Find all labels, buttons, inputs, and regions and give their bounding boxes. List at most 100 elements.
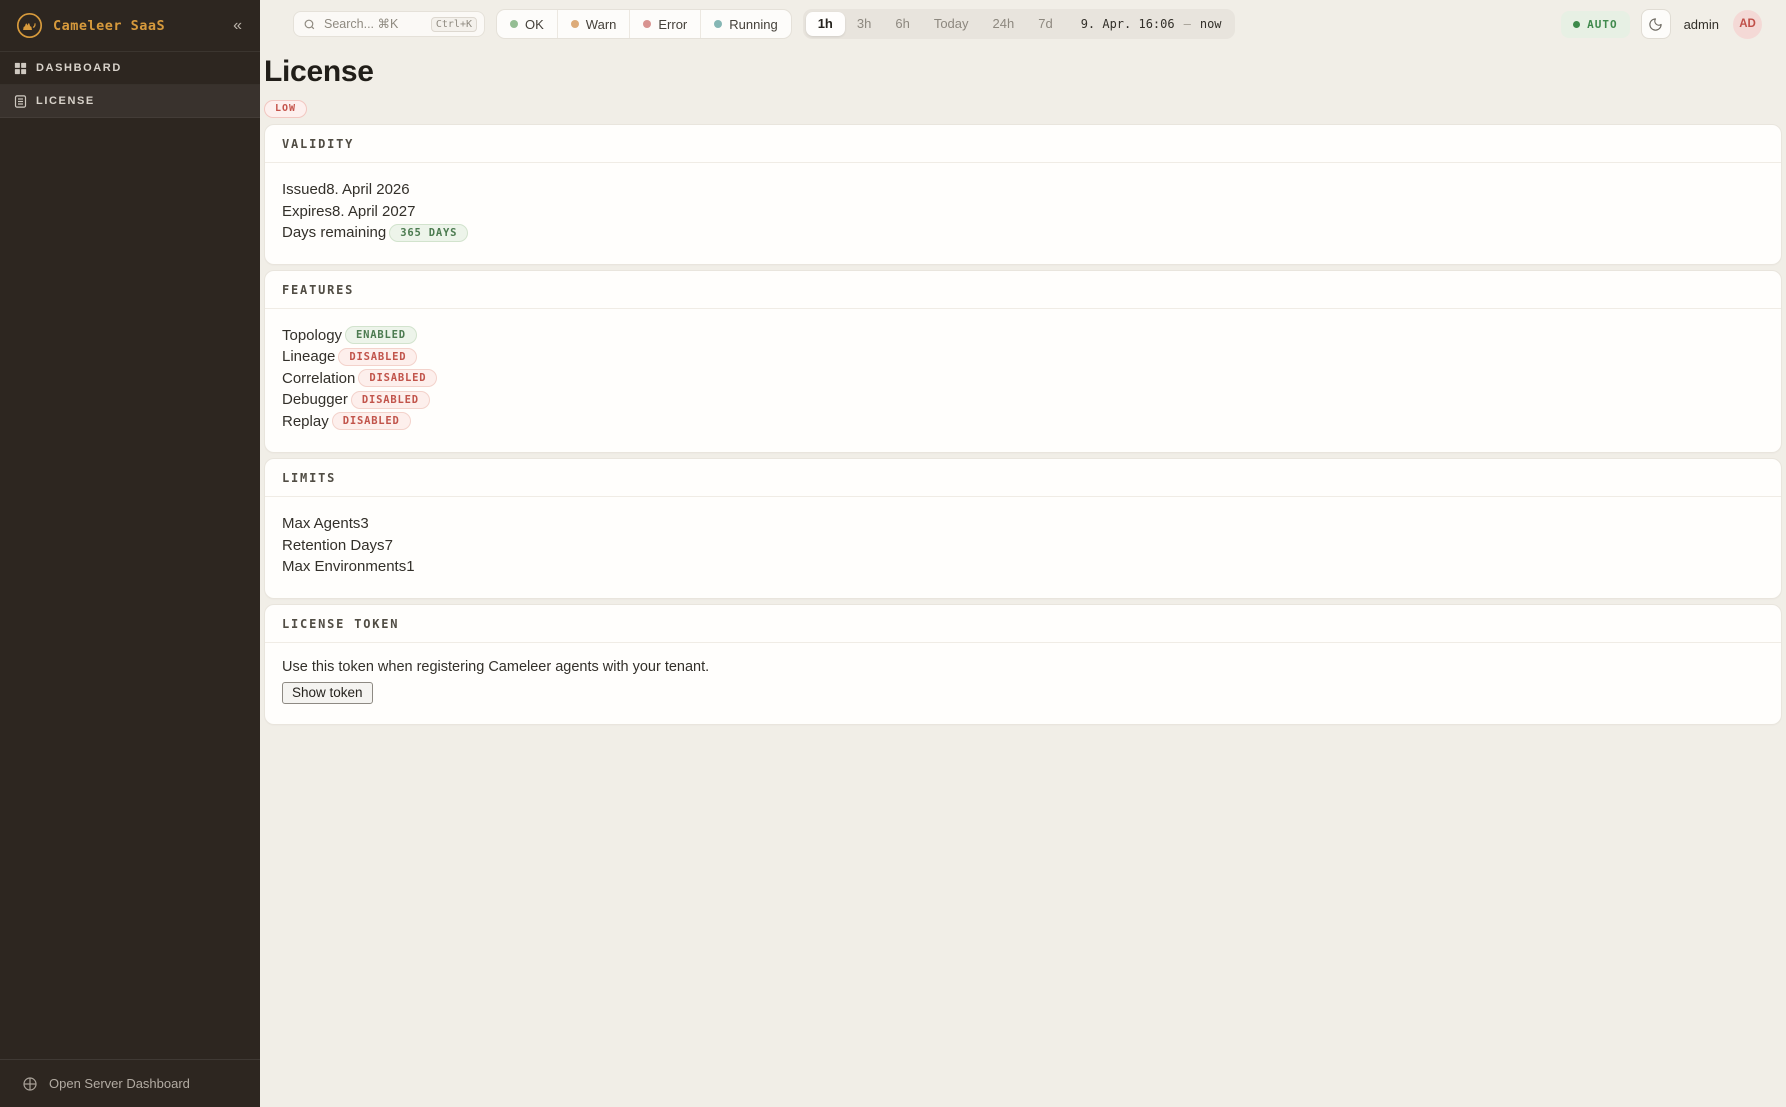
- row-value: 8. April 2027: [332, 203, 415, 220]
- row-debugger: DebuggerDISABLED: [282, 389, 1764, 411]
- row-label: Retention Days: [282, 537, 385, 554]
- time-separator: —: [1184, 17, 1191, 31]
- search-icon: [303, 18, 316, 31]
- sidebar-spacer: [0, 118, 260, 1059]
- filter-label: Warn: [586, 17, 617, 32]
- row-value: 8. April 2026: [326, 181, 409, 198]
- row-value: 7: [385, 537, 393, 554]
- card-limits: LIMITSMax Agents3Retention Days7Max Envi…: [264, 458, 1782, 599]
- row-retention-days: Retention Days7: [282, 535, 1764, 557]
- collapse-sidebar-icon[interactable]: «: [229, 16, 246, 36]
- row-label: Days remaining: [282, 224, 386, 241]
- filter-warn[interactable]: Warn: [558, 10, 631, 38]
- filter-ok[interactable]: OK: [497, 10, 558, 38]
- sidebar-item-label: LICENSE: [36, 95, 95, 107]
- row-expires: Expires8. April 2027: [282, 201, 1764, 223]
- time-range-group: 1h3h6hToday24h7d 9. Apr. 16:06 — now: [803, 9, 1235, 39]
- sidebar: Cameleer SaaS « DASHBOARD LICENSE Open Se…: [0, 0, 260, 1107]
- status-filter-group: OK Warn Error Running: [496, 9, 792, 39]
- row-value: 3: [360, 515, 368, 532]
- status-dot-error: [643, 20, 651, 28]
- user-avatar[interactable]: AD: [1733, 10, 1762, 39]
- row-value: 1: [406, 558, 414, 575]
- row-label: Topology: [282, 327, 342, 344]
- row-max-environments: Max Environments1: [282, 556, 1764, 578]
- row-label: Max Environments: [282, 558, 406, 575]
- row-label: Issued: [282, 181, 326, 198]
- row-status-badge: DISABLED: [358, 369, 437, 387]
- card-features: FEATURESTopologyENABLEDLineageDISABLEDCo…: [264, 270, 1782, 454]
- row-status-badge: DISABLED: [332, 412, 411, 430]
- row-label: Replay: [282, 413, 329, 430]
- filter-label: OK: [525, 17, 544, 32]
- document-icon: [12, 93, 28, 109]
- search-shortcut-badge: Ctrl+K: [431, 17, 477, 32]
- status-dot-running: [714, 20, 722, 28]
- page-content: License LOW VALIDITYIssued8. April 2026E…: [260, 48, 1786, 1107]
- card-license-token: LICENSE TOKEN Use this token when registe…: [264, 604, 1782, 725]
- page-title: License: [264, 55, 1782, 88]
- sidebar-nav: DASHBOARD LICENSE: [0, 52, 260, 118]
- filter-label: Error: [658, 17, 687, 32]
- auto-refresh-button[interactable]: AUTO: [1561, 11, 1630, 38]
- time-from: 9. Apr. 16:06: [1081, 17, 1175, 31]
- row-status-badge: DISABLED: [351, 391, 430, 409]
- row-replay: ReplayDISABLED: [282, 411, 1764, 433]
- row-label: Debugger: [282, 391, 348, 408]
- time-range-3h[interactable]: 3h: [845, 12, 883, 36]
- filter-running[interactable]: Running: [701, 10, 790, 38]
- status-dot-ok: [510, 20, 518, 28]
- grid-icon: [12, 60, 28, 76]
- time-range-display[interactable]: 9. Apr. 16:06 — now: [1065, 17, 1232, 31]
- license-level-badge: LOW: [264, 100, 307, 118]
- globe-icon: [22, 1076, 38, 1092]
- row-topology: TopologyENABLED: [282, 325, 1764, 347]
- row-status-badge: ENABLED: [345, 326, 417, 344]
- auto-status-dot: [1573, 21, 1580, 28]
- section-body-license-token: Use this token when registering Cameleer…: [265, 643, 1781, 724]
- sidebar-item-label: DASHBOARD: [36, 62, 122, 74]
- theme-toggle-button[interactable]: [1641, 9, 1671, 39]
- time-to: now: [1200, 17, 1222, 31]
- open-server-dashboard-label: Open Server Dashboard: [49, 1076, 190, 1091]
- row-status-badge: DISABLED: [338, 348, 417, 366]
- time-range-24h[interactable]: 24h: [981, 12, 1027, 36]
- topbar: Ctrl+K OK Warn Error Running 1h3h6hToday24h…: [260, 0, 1786, 48]
- show-token-button[interactable]: Show token: [282, 682, 373, 704]
- time-range-1h[interactable]: 1h: [806, 12, 845, 36]
- section-title-license-token: LICENSE TOKEN: [265, 605, 1781, 643]
- open-server-dashboard-link[interactable]: Open Server Dashboard: [0, 1059, 260, 1107]
- sidebar-item-dashboard[interactable]: DASHBOARD: [0, 52, 260, 85]
- section-title-validity: VALIDITY: [265, 125, 1781, 163]
- search-input[interactable]: [322, 16, 425, 32]
- time-range-6h[interactable]: 6h: [883, 12, 921, 36]
- section-body-features: TopologyENABLEDLineageDISABLEDCorrelatio…: [265, 309, 1781, 453]
- time-range-7d[interactable]: 7d: [1026, 12, 1064, 36]
- main-area: Ctrl+K OK Warn Error Running 1h3h6hToday24h…: [260, 0, 1786, 1107]
- filter-error[interactable]: Error: [630, 10, 701, 38]
- row-days-remaining: Days remaining365 DAYS: [282, 222, 1764, 244]
- status-dot-warn: [571, 20, 579, 28]
- filter-label: Running: [729, 17, 777, 32]
- search-box[interactable]: Ctrl+K: [293, 11, 485, 37]
- row-issued: Issued8. April 2026: [282, 179, 1764, 201]
- section-body-limits: Max Agents3Retention Days7Max Environmen…: [265, 497, 1781, 598]
- section-body-validity: Issued8. April 2026Expires8. April 2027D…: [265, 163, 1781, 264]
- camel-logo-icon: [16, 12, 43, 39]
- section-title-limits: LIMITS: [265, 459, 1781, 497]
- username-label: admin: [1684, 17, 1719, 32]
- row-correlation: CorrelationDISABLED: [282, 368, 1764, 390]
- row-label: Lineage: [282, 348, 335, 365]
- card-validity: VALIDITYIssued8. April 2026Expires8. Apr…: [264, 124, 1782, 265]
- auto-label: AUTO: [1587, 18, 1618, 31]
- time-range-today[interactable]: Today: [922, 12, 981, 36]
- row-max-agents: Max Agents3: [282, 513, 1764, 535]
- row-label: Max Agents: [282, 515, 360, 532]
- row-label: Correlation: [282, 370, 355, 387]
- license-token-description: Use this token when registering Cameleer…: [282, 659, 1764, 675]
- brand-title: Cameleer SaaS: [53, 18, 229, 34]
- row-lineage: LineageDISABLED: [282, 346, 1764, 368]
- row-status-badge: 365 DAYS: [389, 224, 468, 242]
- sidebar-item-license[interactable]: LICENSE: [0, 85, 260, 118]
- sidebar-header: Cameleer SaaS «: [0, 0, 260, 52]
